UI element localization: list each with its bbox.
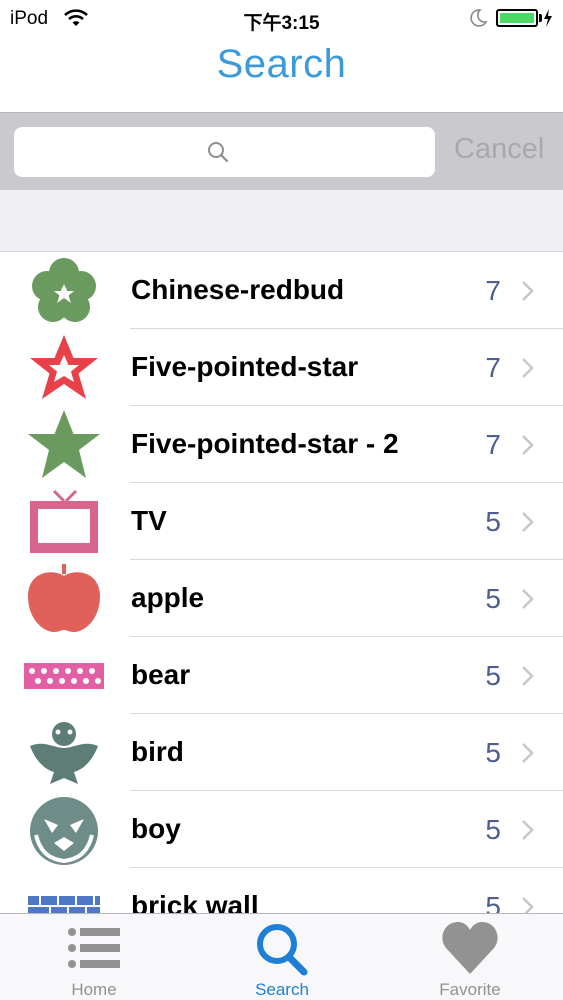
list-item-label: apple (131, 582, 205, 613)
battery-cap (539, 14, 542, 22)
status-bar: iPod 下午3:15 (0, 0, 563, 40)
red-star-icon (30, 335, 98, 399)
list-item-label: bear (131, 659, 191, 690)
search-bar: Cancel (0, 112, 563, 190)
tab-home[interactable]: Home (0, 914, 188, 1000)
chevron-right-icon (522, 820, 534, 840)
chevron-right-icon (522, 358, 534, 378)
green-star-icon (28, 410, 100, 478)
tab-label: Favorite (439, 980, 501, 999)
cancel-button[interactable]: Cancel (454, 133, 544, 166)
list-item-count: 5 (485, 737, 501, 768)
chevron-right-icon (522, 589, 534, 609)
list-item-count: 5 (485, 583, 501, 614)
list-item-label: Five-pointed-star (131, 351, 359, 382)
list-item-label: boy (131, 813, 181, 844)
tab-label: Search (255, 980, 309, 999)
list-item[interactable]: Chinese-redbud 7 (0, 252, 563, 329)
boy-face-icon (30, 797, 98, 865)
section-header (0, 190, 563, 252)
tab-label: Home (71, 980, 117, 999)
list-item-count: 5 (485, 660, 501, 691)
list-item-count: 7 (485, 352, 501, 383)
list-item-count: 5 (485, 506, 501, 537)
list-item[interactable]: bird 5 (0, 714, 563, 791)
list-item-label: TV (131, 505, 167, 536)
bird-icon (30, 722, 98, 784)
tab-bar: Home Search Favorite (0, 913, 563, 1000)
chevron-right-icon (522, 435, 534, 455)
list-item[interactable]: Five-pointed-star - 2 7 (0, 406, 563, 483)
charging-bolt-icon (544, 9, 552, 27)
list-item[interactable]: bear 5 (0, 637, 563, 714)
heart-icon (442, 922, 498, 974)
list-item-count: 7 (485, 275, 501, 306)
list-item-label: Chinese-redbud (131, 274, 345, 305)
list-item-count: 5 (485, 814, 501, 845)
redbud-flower-icon (32, 258, 96, 322)
search-input[interactable] (14, 127, 435, 177)
bear-pattern-icon (24, 663, 104, 689)
list-item[interactable]: apple 5 (0, 560, 563, 637)
chevron-right-icon (522, 743, 534, 763)
tab-search[interactable]: Search (188, 914, 376, 1000)
list-item-label: bird (131, 736, 184, 767)
search-icon (257, 924, 308, 976)
list-item[interactable]: Five-pointed-star 7 (0, 329, 563, 406)
list-icon (68, 928, 120, 968)
list-item-label: Five-pointed-star - 2 (131, 428, 399, 459)
chevron-right-icon (522, 666, 534, 686)
search-field-container[interactable] (14, 127, 435, 177)
chevron-right-icon (522, 512, 534, 532)
apple-icon (28, 564, 100, 632)
page-title: Search (216, 42, 347, 86)
tab-favorite[interactable]: Favorite (376, 914, 563, 1000)
list-item[interactable]: boy 5 (0, 791, 563, 868)
list-item[interactable]: TV 5 (0, 483, 563, 560)
list-item-count: 7 (485, 429, 501, 460)
battery-icon (496, 9, 538, 27)
moon-icon (470, 9, 488, 27)
tv-icon (30, 489, 98, 553)
chevron-right-icon (522, 281, 534, 301)
